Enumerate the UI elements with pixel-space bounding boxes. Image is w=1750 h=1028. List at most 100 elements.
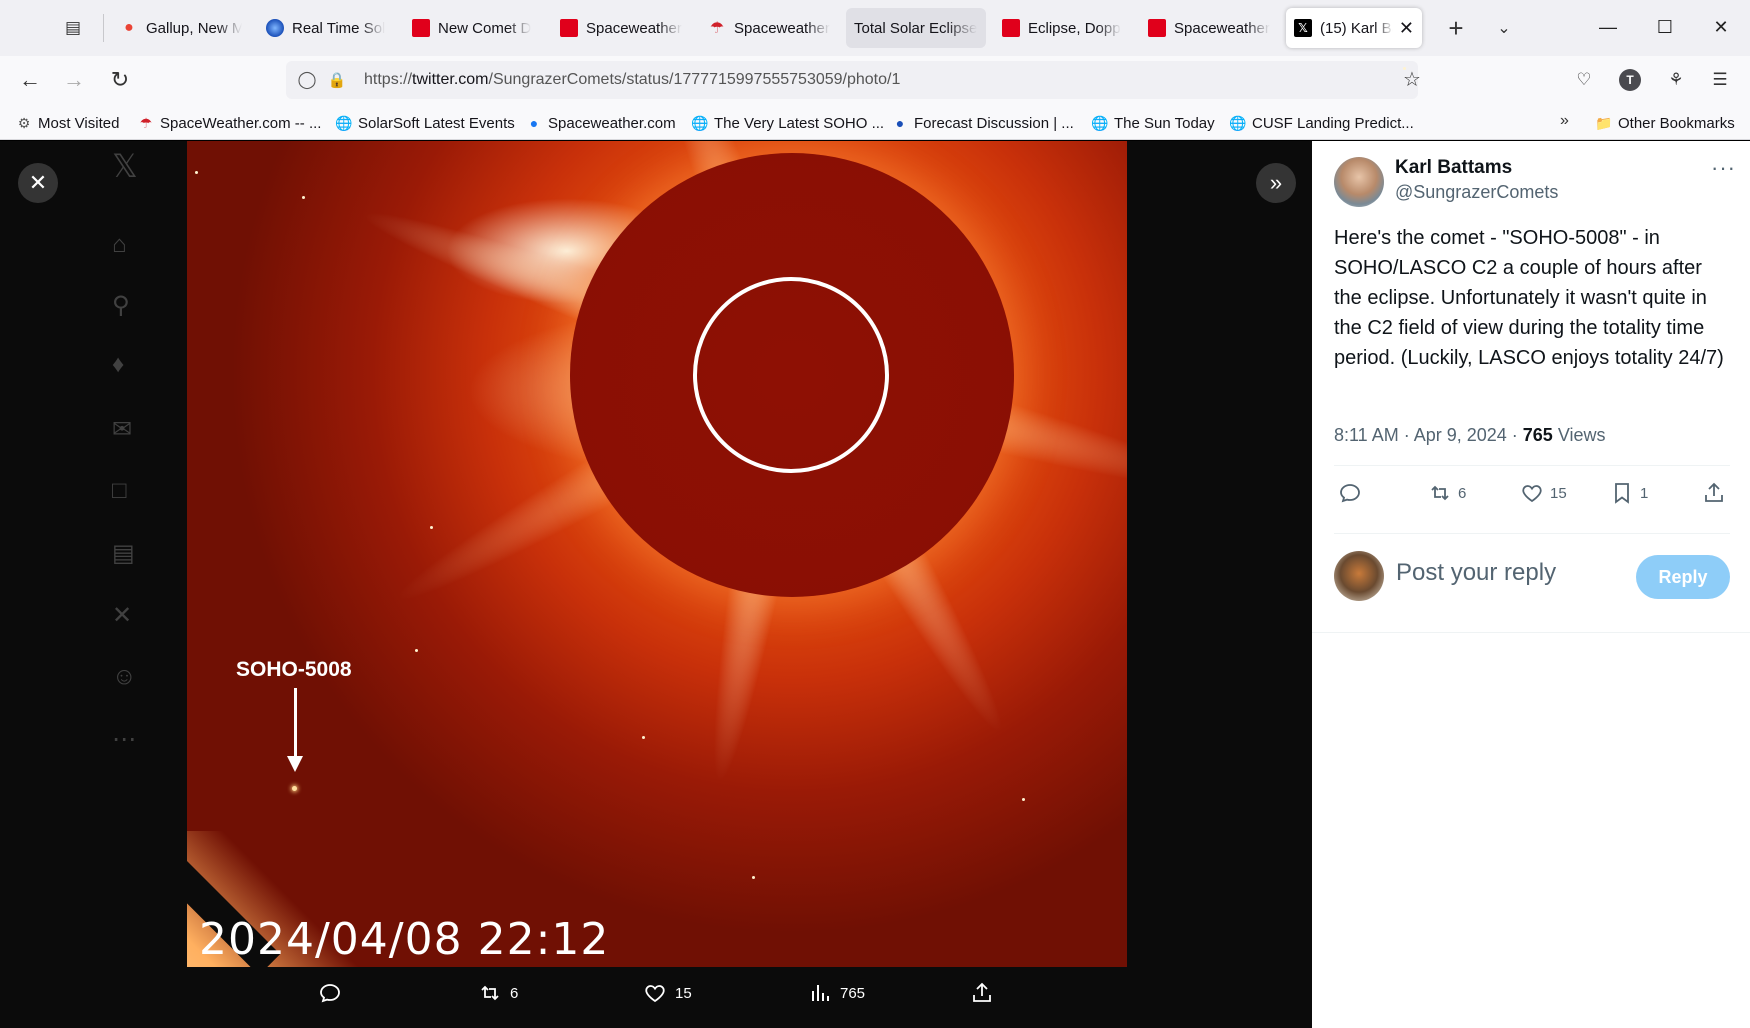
share-icon bbox=[1705, 482, 1723, 502]
tab-spaceweather-1[interactable]: Spaceweather bbox=[552, 8, 690, 48]
search-icon: ⚲ bbox=[112, 292, 130, 319]
media-share-button[interactable] bbox=[970, 981, 994, 1005]
tab-title: Real Time Sol bbox=[292, 19, 386, 37]
bookmark-label: Most Visited bbox=[38, 114, 120, 132]
tab-eclipse-doppler[interactable]: Eclipse, Dopp bbox=[994, 8, 1132, 48]
media-reply-button[interactable] bbox=[318, 981, 350, 1005]
heart-icon bbox=[645, 985, 665, 1003]
url-prefix: https:// bbox=[364, 71, 413, 88]
navigation-toolbar: ← → ↻ ◯ 🔒 https://twitter.com/SungrazerC… bbox=[0, 56, 1750, 104]
star bbox=[752, 876, 755, 879]
star bbox=[430, 526, 433, 529]
tab-spaceweather-3[interactable]: Spaceweather bbox=[1140, 8, 1278, 48]
bookmark-spaceweather-facebook[interactable]: ● Spaceweather.com bbox=[526, 112, 676, 134]
tab-title: Total Solar Eclipse bbox=[854, 19, 978, 37]
bookmark-most-visited[interactable]: ⚙ Most Visited bbox=[16, 112, 120, 134]
reply-button[interactable] bbox=[1338, 481, 1362, 505]
reply-input[interactable]: Post your reply bbox=[1396, 559, 1556, 587]
bookmark-latest-soho[interactable]: 🌐 The Very Latest SOHO ... bbox=[691, 112, 885, 134]
reload-icon[interactable]: ↻ bbox=[104, 64, 136, 96]
umbrella-icon: ☂ bbox=[139, 114, 153, 131]
folder-icon: 📁 bbox=[1595, 114, 1613, 131]
comet-marker bbox=[292, 786, 297, 791]
url-text[interactable]: https://twitter.com/SungrazerComets/stat… bbox=[364, 71, 900, 89]
list-all-tabs-icon[interactable]: ▤ bbox=[58, 14, 88, 42]
extensions-icon[interactable]: ⚘ bbox=[1660, 64, 1692, 96]
like-count: 15 bbox=[675, 984, 692, 1002]
expand-panel-icon[interactable]: » bbox=[1256, 163, 1296, 203]
tab-real-time-solar[interactable]: Real Time Sol bbox=[258, 8, 396, 48]
chevron-down-icon[interactable]: ⌄ bbox=[1488, 12, 1520, 44]
repost-button[interactable]: 6 bbox=[1428, 481, 1466, 505]
minimize-icon[interactable]: — bbox=[1588, 8, 1628, 46]
reply-submit-button[interactable]: Reply bbox=[1636, 555, 1730, 599]
bookmark-label: CUSF Landing Predict... bbox=[1252, 114, 1414, 132]
tab-total-solar-eclipse[interactable]: Total Solar Eclipse bbox=[846, 8, 986, 48]
bookmark-sun-today[interactable]: 🌐 The Sun Today bbox=[1091, 112, 1214, 134]
noaa-icon: ● bbox=[895, 115, 905, 131]
lasco-c2-image[interactable]: SOHO-5008 2024/04/08 22:12 bbox=[187, 141, 1127, 967]
media-views-button[interactable]: 765 bbox=[808, 981, 865, 1005]
divider bbox=[1334, 533, 1730, 534]
sun-outline-circle bbox=[693, 277, 889, 473]
bookmark-button[interactable]: 1 bbox=[1610, 481, 1648, 505]
new-tab-icon[interactable]: + bbox=[1440, 12, 1472, 44]
maps-pin-icon: ● bbox=[124, 19, 134, 36]
more-options-icon[interactable]: ··· bbox=[1711, 155, 1736, 181]
bookmark-forecast-discussion[interactable]: ● Forecast Discussion | ... bbox=[892, 112, 1074, 134]
reply-icon bbox=[1340, 484, 1360, 503]
account-avatar[interactable]: T bbox=[1614, 64, 1646, 96]
tab-title: Eclipse, Dopp bbox=[1028, 19, 1121, 37]
comet-arrow bbox=[294, 688, 297, 758]
close-icon[interactable]: ✕ bbox=[18, 163, 58, 203]
tab-gallup[interactable]: ● Gallup, New M bbox=[112, 8, 250, 48]
tab-separator bbox=[103, 14, 104, 42]
twitter-page: 𝕏 ⌂ ⚲ ♦ ✉ □ ▤ ✕ ☺ ⋯ ✕ » SOHO-5008 2024/0… bbox=[0, 141, 1750, 1028]
tab-title: Gallup, New M bbox=[146, 19, 242, 37]
media-repost-button[interactable]: 6 bbox=[478, 981, 518, 1005]
star bbox=[1022, 798, 1025, 801]
globe-icon: 🌐 bbox=[691, 114, 709, 131]
bookmark-star-icon[interactable]: ☆ bbox=[1403, 67, 1421, 91]
other-bookmarks-folder[interactable]: 📁 Other Bookmarks bbox=[1595, 112, 1734, 134]
shield-icon[interactable]: ◯ bbox=[296, 69, 318, 91]
heart-icon bbox=[1522, 485, 1542, 503]
close-window-icon[interactable]: ✕ bbox=[1701, 8, 1741, 46]
bookmark-spaceweather-com[interactable]: ☂ SpaceWeather.com -- ... bbox=[138, 112, 322, 134]
share-icon bbox=[973, 982, 991, 1002]
tweet-meta: 8:11 AM · Apr 9, 2024 · 765 Views bbox=[1334, 425, 1606, 446]
account-initial: T bbox=[1619, 69, 1641, 91]
close-tab-icon[interactable]: ✕ bbox=[1399, 18, 1414, 39]
tab-title: Spaceweather bbox=[586, 19, 682, 37]
image-timestamp: 2024/04/08 22:12 bbox=[199, 914, 610, 965]
address-bar[interactable]: ◯ 🔒 https://twitter.com/SungrazerComets/… bbox=[286, 61, 1421, 99]
like-button[interactable]: 15 bbox=[1520, 481, 1567, 505]
divider bbox=[1334, 465, 1730, 466]
share-button[interactable] bbox=[1702, 481, 1726, 505]
maximize-icon[interactable]: ☐ bbox=[1645, 8, 1685, 46]
avatar[interactable] bbox=[1334, 157, 1384, 207]
forward-icon[interactable]: → bbox=[58, 64, 90, 96]
media-like-button[interactable]: 15 bbox=[643, 981, 692, 1005]
back-icon[interactable]: ← bbox=[14, 64, 46, 96]
author-name[interactable]: Karl Battams bbox=[1395, 157, 1512, 179]
media-action-bar: 6 15 765 bbox=[0, 973, 1312, 1023]
author-handle[interactable]: @SungrazerComets bbox=[1395, 182, 1558, 203]
tab-spaceweather-2[interactable]: ☂ Spaceweather bbox=[700, 8, 838, 48]
bookmarks-toolbar: ⚙ Most Visited ☂ SpaceWeather.com -- ... 🌐… bbox=[0, 104, 1750, 140]
bookmark-label: The Very Latest SOHO ... bbox=[714, 114, 885, 132]
tab-karl-battams-active[interactable]: 𝕏 (15) Karl Ba ✕ bbox=[1286, 8, 1422, 48]
tab-new-comet[interactable]: New Comet D bbox=[404, 8, 542, 48]
more-bookmarks-icon[interactable]: » bbox=[1560, 112, 1569, 130]
comet-label: SOHO-5008 bbox=[236, 658, 352, 681]
tab-title: Spaceweather bbox=[734, 19, 830, 37]
url-domain: twitter.com bbox=[412, 71, 489, 88]
hamburger-menu-icon[interactable]: ☰ bbox=[1704, 64, 1736, 96]
bookmark-solarsoft[interactable]: 🌐 SolarSoft Latest Events bbox=[335, 112, 514, 134]
pocket-icon[interactable]: ♡ bbox=[1568, 64, 1600, 96]
lock-icon[interactable]: 🔒 bbox=[326, 69, 348, 91]
tweet-timestamp[interactable]: 8:11 AM · Apr 9, 2024 · bbox=[1334, 425, 1523, 445]
tab-title: New Comet D bbox=[438, 19, 532, 37]
repost-icon bbox=[481, 985, 499, 1001]
bookmark-cusf[interactable]: 🌐 CUSF Landing Predict... bbox=[1229, 112, 1414, 134]
